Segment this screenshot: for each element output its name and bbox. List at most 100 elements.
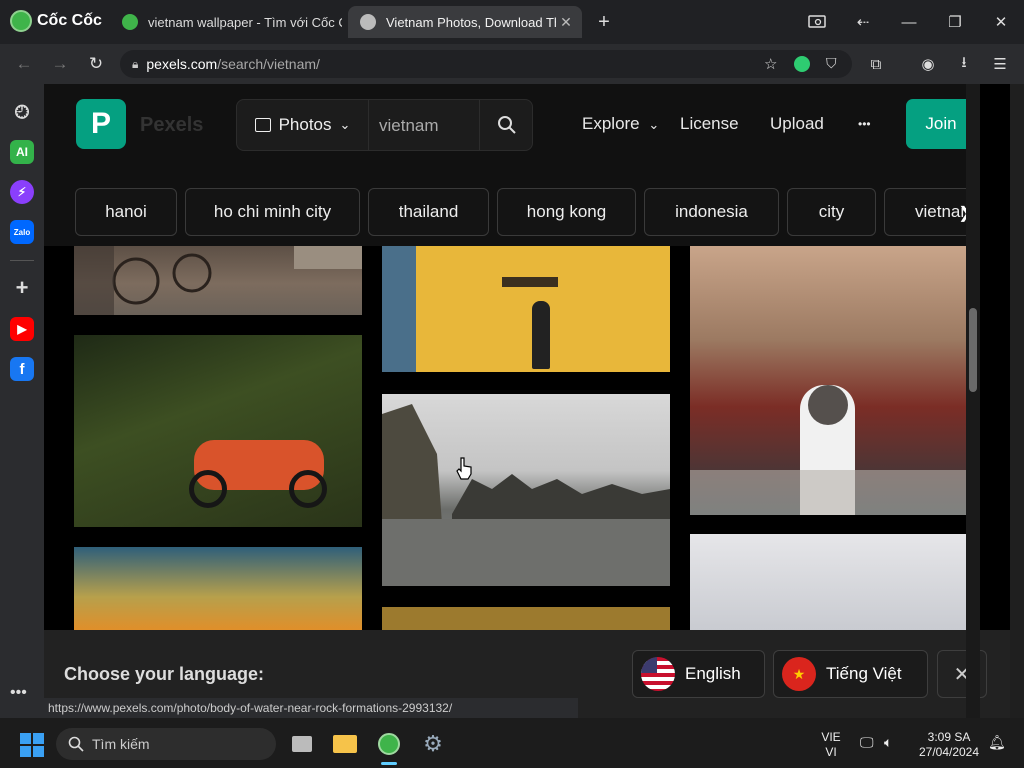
- upload-link[interactable]: Upload: [770, 114, 824, 134]
- photo-sunset[interactable]: [74, 547, 362, 630]
- url-host: pexels.com: [146, 56, 218, 72]
- back-arrow-icon[interactable]: ⇠: [848, 8, 878, 36]
- forward-button[interactable]: →: [46, 50, 74, 78]
- minimize-button[interactable]: —: [894, 8, 924, 36]
- lock-icon: 🔒︎: [132, 56, 139, 71]
- language-banner-title: Choose your language:: [64, 664, 265, 684]
- input-language-indicator[interactable]: VIE VI: [816, 730, 846, 760]
- language-vietnamese-label: Tiếng Việt: [826, 664, 902, 683]
- add-icon[interactable]: +: [10, 275, 34, 300]
- sidebar: 🕘︎ AI ⚡︎ Zalo + ▶︎ f •••: [0, 84, 44, 718]
- chip-thailand[interactable]: thailand: [368, 188, 489, 236]
- profile-icon[interactable]: ◉: [916, 52, 940, 76]
- photo-temple-incense[interactable]: [690, 245, 978, 515]
- explore-menu[interactable]: Explore ⌄: [582, 114, 659, 134]
- chip-hanoi[interactable]: hanoi: [75, 188, 177, 236]
- brand-label: Cốc Cốc: [37, 12, 102, 29]
- extensions-icon[interactable]: ⧉: [864, 52, 888, 76]
- url-path: /search/vietnam/: [217, 56, 320, 72]
- vietnam-flag-icon: ★: [782, 657, 816, 691]
- photo-cloudy-sky[interactable]: [690, 534, 978, 630]
- star-icon[interactable]: ☆: [764, 55, 777, 73]
- ai-icon[interactable]: AI: [10, 140, 34, 164]
- license-link[interactable]: License: [680, 114, 739, 134]
- language-english-label: English: [685, 664, 741, 683]
- chip-indonesia[interactable]: indonesia: [644, 188, 779, 236]
- search-button[interactable]: [479, 100, 533, 150]
- close-tab-icon[interactable]: ✕: [556, 14, 576, 31]
- new-tab-button[interactable]: +: [589, 8, 619, 36]
- photo-yellow-wall[interactable]: [382, 245, 670, 372]
- messenger-icon[interactable]: ⚡︎: [10, 180, 34, 204]
- download-icon[interactable]: ⭳: [952, 52, 976, 76]
- more-menu-icon[interactable]: •••: [858, 117, 871, 131]
- close-window-button[interactable]: ✕: [986, 8, 1016, 36]
- sidebar-divider: [10, 260, 34, 261]
- chip-ho-chi-minh-city[interactable]: ho chi minh city: [185, 188, 360, 236]
- pexels-logo-text[interactable]: Pexels: [140, 114, 203, 137]
- notification-bell-icon[interactable]: 🔔︎: [988, 734, 1006, 751]
- search-type-dropdown[interactable]: Photos ⌄: [237, 100, 369, 150]
- network-icon[interactable]: 🖵︎: [860, 734, 874, 751]
- settings-gear-icon[interactable]: ⚙: [417, 728, 449, 760]
- coccoc-icon: [10, 10, 32, 32]
- tab-vietnam-photos[interactable]: Vietnam Photos, Download The BEST Free V…: [348, 6, 582, 38]
- photo-bicycle[interactable]: [74, 245, 362, 315]
- volume-icon[interactable]: 🔈︎: [884, 734, 892, 751]
- tab-vietnam-wallpaper[interactable]: vietnam wallpaper - Tìm với Cốc Cốc: [110, 6, 342, 38]
- moon-icon[interactable]: [794, 56, 810, 72]
- clock[interactable]: 3:09 SA 27/04/2024: [914, 730, 984, 760]
- photo-rock-formations[interactable]: [382, 394, 670, 586]
- shield-icon[interactable]: ⛉: [826, 55, 837, 72]
- search-input[interactable]: [377, 112, 479, 140]
- zalo-icon[interactable]: Zalo: [10, 220, 34, 244]
- photo-motorbike[interactable]: [74, 335, 362, 527]
- reload-button[interactable]: ↻: [82, 50, 110, 78]
- tab-title: Vietnam Photos, Download The BEST Free V…: [386, 14, 556, 30]
- search-type-label: Photos: [278, 115, 332, 134]
- history-icon[interactable]: 🕘︎: [10, 100, 34, 124]
- coccoc-logo[interactable]: Cốc Cốc: [10, 10, 102, 32]
- bicycle-shape: [74, 245, 362, 315]
- search-bar: Photos ⌄: [236, 99, 533, 151]
- lang-top: VIE: [821, 730, 841, 744]
- taskbar-search-placeholder: Tìm kiếm: [92, 736, 150, 752]
- back-button[interactable]: ←: [10, 50, 38, 78]
- scrollbar-thumb[interactable]: [969, 308, 977, 392]
- search-icon: [497, 116, 516, 134]
- rock-shape: [382, 404, 670, 586]
- chevron-down-icon: ⌄: [339, 117, 351, 132]
- pexels-logo-icon[interactable]: P: [76, 99, 126, 149]
- address-bar[interactable]: 🔒︎ pexels.com /search/vietnam/ ☆ ⛉: [120, 50, 852, 78]
- chip-hong-kong[interactable]: hong kong: [497, 188, 636, 236]
- facebook-icon[interactable]: f: [10, 357, 34, 381]
- pexels-favicon-icon: [360, 14, 376, 30]
- page-scrollbar[interactable]: [966, 84, 980, 718]
- youtube-icon[interactable]: ▶︎: [10, 317, 34, 341]
- task-view-icon[interactable]: [286, 728, 318, 760]
- page-content: P Pexels Photos ⌄ Explore ⌄ License Uplo…: [44, 84, 1010, 718]
- file-explorer-icon[interactable]: [329, 728, 361, 760]
- more-icon[interactable]: •••: [10, 684, 27, 702]
- windows-start-icon[interactable]: [20, 733, 44, 757]
- coccoc-taskbar-icon[interactable]: [373, 728, 405, 760]
- tab-title: vietnam wallpaper - Tìm với Cốc Cốc: [148, 14, 342, 30]
- language-english-button[interactable]: English: [632, 650, 765, 698]
- language-vietnamese-button[interactable]: ★ Tiếng Việt: [773, 650, 928, 698]
- maximize-button[interactable]: ❐: [940, 8, 970, 36]
- clock-time: 3:09 SA: [927, 730, 971, 744]
- explore-label: Explore: [582, 114, 640, 133]
- active-app-indicator: [381, 762, 397, 765]
- pexels-header: P Pexels Photos ⌄ Explore ⌄ License Uplo…: [44, 84, 978, 164]
- hand-cursor-icon: [456, 456, 474, 485]
- leaf-icon: [122, 14, 138, 30]
- screen-search-icon[interactable]: [802, 8, 832, 36]
- chip-city[interactable]: city: [787, 188, 876, 236]
- taskbar-search[interactable]: Tìm kiếm: [56, 728, 276, 760]
- image-icon: [254, 118, 271, 132]
- us-flag-icon: [641, 657, 675, 691]
- search-icon: [68, 736, 84, 752]
- clock-date: 27/04/2024: [918, 745, 980, 759]
- photo-boat[interactable]: [382, 607, 670, 630]
- menu-icon[interactable]: ☰: [988, 52, 1012, 76]
